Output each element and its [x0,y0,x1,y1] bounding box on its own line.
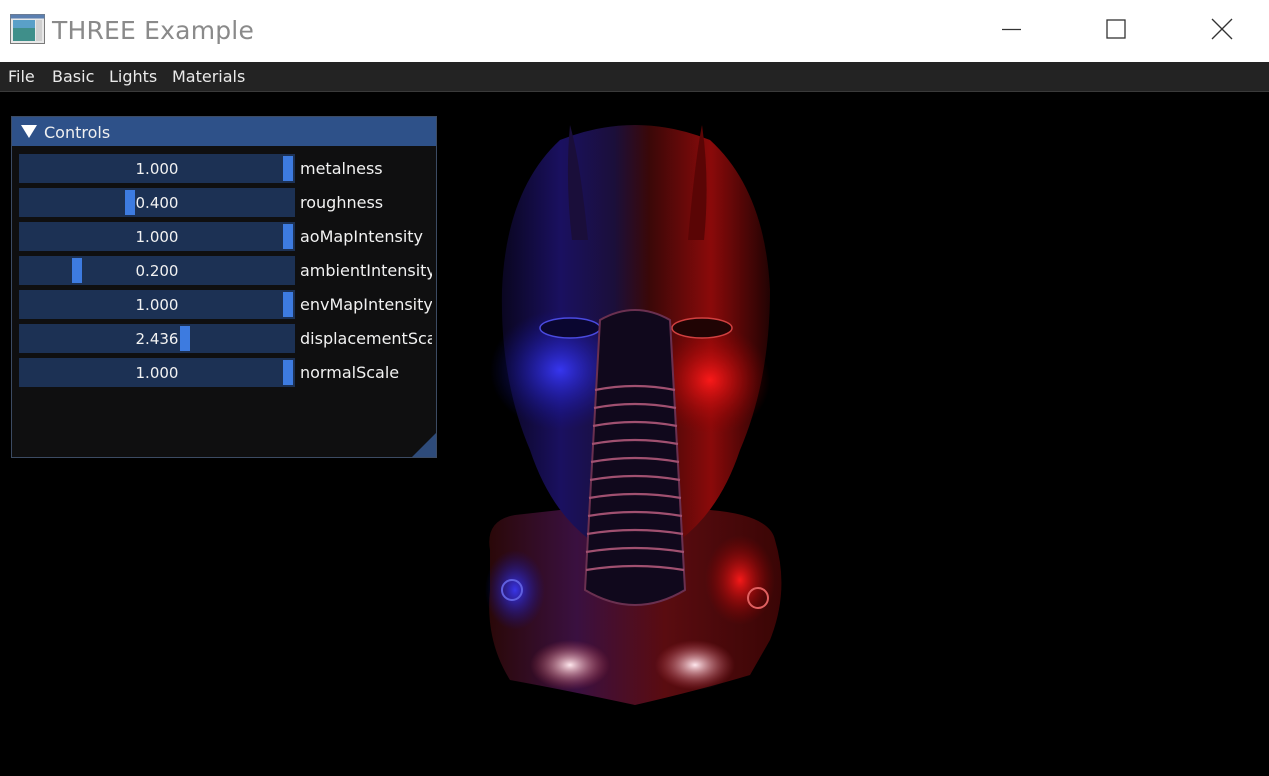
slider-value: 0.400 [135,194,179,212]
slider-normalScale[interactable]: 1.000 [19,358,295,387]
slider-displacementSca[interactable]: 2.436 [19,324,295,353]
title-bar: THREE Example [0,0,1269,62]
slider-value: 0.200 [135,262,179,280]
window-title: THREE Example [52,16,255,45]
slider-row: 1.000 metalness [19,154,432,183]
slider-row: 1.000 normalScale [19,358,432,387]
slider-value: 1.000 [135,296,179,314]
slider-row: 0.200 ambientIntensity [19,256,432,285]
slider-label: ambientIntensity [300,261,432,280]
slider-roughness[interactable]: 0.400 [19,188,295,217]
panel-header[interactable]: Controls [12,117,436,146]
menu-materials[interactable]: Materials [172,67,245,86]
resize-grip-icon[interactable] [412,433,436,457]
maximize-icon [1106,19,1126,39]
helmet-model [485,125,782,705]
menu-lights[interactable]: Lights [109,67,157,86]
slider-label: envMapIntensity [300,295,432,314]
slider-row: 0.400 roughness [19,188,432,217]
slider-row: 2.436 displacementSca [19,324,432,353]
slider-label: metalness [300,159,383,178]
menu-basic[interactable]: Basic [52,67,94,86]
slider-row: 1.000 aoMapIntensity [19,222,432,251]
minimize-button[interactable] [981,0,1041,60]
close-icon [1211,18,1233,40]
slider-label: roughness [300,193,384,212]
minimize-icon [1002,28,1021,31]
slider-value: 1.000 [135,364,179,382]
slider-aoMapIntensity[interactable]: 1.000 [19,222,295,251]
slider-value: 1.000 [135,160,179,178]
slider-row: 1.000 envMapIntensity [19,290,432,319]
slider-envMapIntensity[interactable]: 1.000 [19,290,295,319]
slider-value: 1.000 [135,228,179,246]
panel-title: Controls [44,123,111,142]
slider-value: 2.436 [135,330,179,348]
menu-file[interactable]: File [8,67,35,86]
close-button[interactable] [1192,0,1252,60]
app-window-icon [10,14,45,44]
slider-metalness[interactable]: 1.000 [19,154,295,183]
controls-panel: Controls 1.000 metalness 0.400 roughness 1.0… [11,116,437,458]
slider-label: displacementSca [300,329,432,348]
slider-label: normalScale [300,363,400,382]
slider-ambientIntensity[interactable]: 0.200 [19,256,295,285]
maximize-button[interactable] [1086,0,1146,60]
menu-bar: File Basic Lights Materials [0,62,1269,92]
slider-label: aoMapIntensity [300,227,423,246]
triangle-down-icon[interactable] [21,125,37,138]
